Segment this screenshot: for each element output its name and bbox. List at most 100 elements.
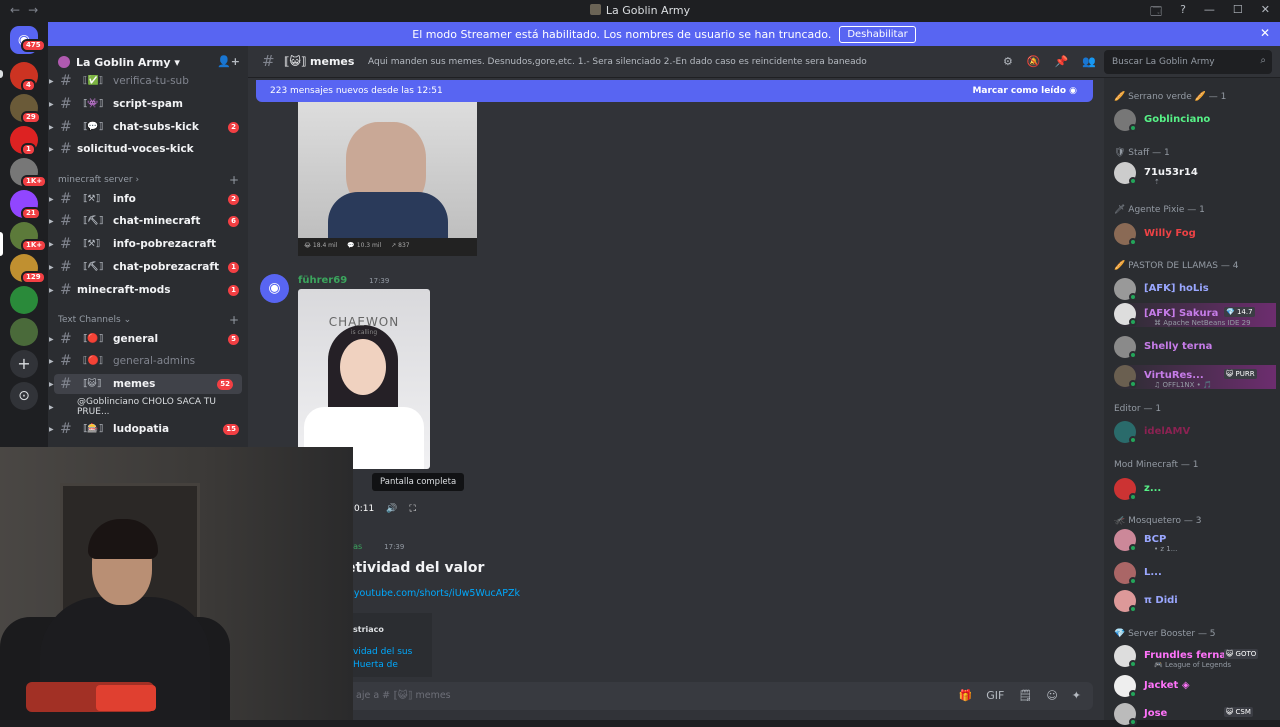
youtube-link[interactable]: v.youtube.com/shorts/iUw5WucAPZk (346, 588, 520, 599)
new-messages-bar[interactable]: 223 mensajes nuevos desde las 12:51 Marca… (256, 80, 1093, 102)
unread-dot-icon: ▶ (49, 145, 54, 153)
maximize-icon[interactable]: ☐ (1233, 3, 1243, 22)
new-messages-text: 223 mensajes nuevos desde las 12:51 (270, 86, 443, 96)
message-author[interactable]: führer69 17:39 (298, 275, 389, 286)
add-server-icon[interactable]: + (10, 350, 38, 378)
selected-pill (0, 232, 3, 256)
channel-item[interactable]: ▶ # ⟦💬⟧ chat-subs-kick 2 (48, 117, 248, 137)
channel-item[interactable]: ▶ # ⟦🔴⟧ general-admins (48, 351, 248, 371)
members-icon[interactable]: 👥 (1082, 55, 1096, 68)
server-icon-8[interactable] (10, 286, 38, 314)
member-item[interactable]: [AFK] hoLis (1114, 278, 1274, 302)
channel-name: memes (113, 378, 156, 390)
inbox-icon[interactable]: 🗔 (1150, 3, 1162, 22)
fullscreen-icon[interactable]: ⛶ (409, 504, 415, 514)
video-controls: 0:11 🔊 ⛶ (354, 504, 416, 514)
member-item[interactable]: idelAMV (1114, 421, 1274, 445)
volume-icon[interactable]: 🔊 (386, 504, 397, 514)
category-text-channels[interactable]: Text Channels ⌄ + (58, 313, 243, 327)
member-item[interactable]: Shelly terna (1114, 336, 1274, 360)
close-window-icon[interactable]: ✕ (1261, 3, 1270, 22)
channel-item[interactable]: ▶ # ⟦⚒⟧ info-pobrezacraft (48, 234, 248, 254)
channel-item[interactable]: ▶ # solicitud-voces-kick (48, 139, 248, 159)
channel-item[interactable]: ▶ # ⟦⛏⟧ chat-minecraft 6 (48, 211, 248, 231)
category-label: Text Channels (58, 315, 121, 325)
channel-item[interactable]: ▶ @Goblinciano CHOLO SACA TU PRUE... (48, 397, 248, 417)
disable-button[interactable]: Deshabilitar (839, 25, 916, 43)
member-item[interactable]: π Didi (1114, 590, 1274, 614)
add-channel-icon[interactable]: + (229, 313, 239, 327)
status-dot (1129, 493, 1137, 501)
invite-icon[interactable]: 👤+ (217, 55, 240, 68)
server-badge: 1K+ (21, 239, 48, 252)
status-dot (1129, 177, 1137, 185)
status-dot (1129, 660, 1137, 668)
member-name: Willy Fog (1144, 228, 1196, 239)
mention-badge: 52 (217, 378, 233, 390)
category-minecraft[interactable]: minecraft server › + (58, 173, 243, 187)
hash-icon: # (60, 141, 72, 157)
member-item[interactable]: BCP • z 1... (1114, 529, 1274, 553)
add-channel-icon[interactable]: + (229, 173, 239, 187)
member-item[interactable]: Frundles ferna... 😺 GOTO 🎮 League of Legen… (1114, 645, 1274, 669)
image-stats: 😂 18.4 mil 💬 10.3 mil ↗ 837 (298, 238, 477, 256)
status-dot (1129, 577, 1137, 585)
channel-item[interactable]: ▶ # ⟦😺⟧ memes 52 (49, 374, 242, 394)
member-name: π Didi (1144, 595, 1178, 606)
notifications-icon[interactable]: 🔕 (1027, 55, 1041, 68)
explore-icon[interactable]: ⊙ (10, 382, 38, 410)
member-item[interactable]: Jose 😺 CSM (1114, 703, 1274, 727)
home-badge: 475 (21, 39, 46, 52)
video-player[interactable]: CHAEWON is calling (298, 289, 430, 469)
embed-title-link[interactable]: vidad del sus Huerta de (353, 646, 432, 672)
help-icon[interactable]: ? (1180, 3, 1186, 22)
server-icon-9[interactable] (10, 318, 38, 346)
member-item[interactable]: Willy Fog (1114, 223, 1274, 247)
title-bar: ←→ La Goblin Army 🗔 ? — ☐ ✕ (0, 0, 1280, 22)
channel-item[interactable]: ▶ # ⟦⚒⟧ info 2 (48, 189, 248, 209)
channel-item[interactable]: ▶ # ⟦👾⟧ script-spam (48, 94, 248, 114)
channel-name: general-admins (113, 355, 196, 367)
channel-emoji: ⟦🔴⟧ (83, 356, 104, 366)
member-item[interactable]: L... (1114, 562, 1274, 586)
search-input[interactable]: Buscar La Goblin Army ⌕ (1104, 50, 1272, 74)
member-item[interactable]: 71u53r14 ⇡ (1114, 162, 1274, 186)
member-item[interactable]: VirtuRes... 😺 PURR ♫ OFFL1NX • 🎵 (1114, 365, 1276, 389)
member-item[interactable]: [AFK] Sakura 💎 14.7 ⌘ Apache NetBeans IDE … (1114, 303, 1276, 327)
message-author-2[interactable]: bas 17:39 (348, 542, 404, 551)
gif-icon[interactable]: GIF (986, 689, 1004, 702)
window-title-text: La Goblin Army (605, 4, 691, 17)
category-label: minecraft server (58, 175, 133, 185)
member-category: 🗡 Agente Pixie — 1 (1114, 205, 1205, 215)
meme-image[interactable] (298, 102, 477, 254)
close-banner-icon[interactable]: ✕ (1260, 26, 1270, 40)
pin-icon[interactable]: 📌 (1055, 55, 1069, 68)
server-badge: 1 (21, 143, 36, 156)
member-item[interactable]: Goblinciano (1114, 109, 1274, 133)
sticker-icon[interactable]: 🗒 (1018, 689, 1032, 702)
member-name: 71u53r14 (1144, 167, 1198, 178)
channel-name: ⟦😺⟧ memes (284, 55, 355, 68)
message-title: etividad del valor (346, 560, 485, 576)
member-item[interactable]: z... (1114, 478, 1274, 502)
channel-name: info (113, 193, 136, 205)
minimize-icon[interactable]: — (1204, 3, 1215, 22)
author-avatar[interactable]: ◉ (260, 274, 289, 303)
mark-as-read-button[interactable]: Marcar como leído ◉ (972, 86, 1077, 96)
channel-item[interactable]: ▶ # minecraft-mods 1 (48, 280, 248, 300)
member-item[interactable]: Jacket ◈ (1114, 675, 1274, 699)
channel-item[interactable]: ▶ # ⟦⛏⟧ chat-pobrezacraft 1 (48, 257, 248, 277)
gift-icon[interactable]: 🎁 (959, 689, 973, 702)
message-time: 17:39 (369, 277, 390, 285)
emoji-icon[interactable]: ☺ (1046, 689, 1057, 702)
channel-item[interactable]: ▶ # ⟦✅⟧ verifica-tu-sub (48, 71, 248, 91)
channel-topic[interactable]: Aqui manden sus memes. Desnudos,gore,etc… (368, 57, 867, 67)
channel-item[interactable]: ▶ # ⟦🎰⟧ ludopatia 15 (48, 419, 248, 439)
message-input[interactable]: aje a # ⟦😺⟧ memes 🎁 GIF 🗒 ☺ ✦ (256, 682, 1093, 710)
compose-icons: 🎁 GIF 🗒 ☺ ✦ (959, 689, 1081, 702)
channel-name: ludopatia (113, 423, 170, 435)
author-name[interactable]: führer69 (298, 275, 347, 286)
channel-item[interactable]: ▶ # ⟦🔴⟧ general 5 (48, 329, 248, 349)
apps-icon[interactable]: ✦ (1072, 689, 1081, 702)
threads-icon[interactable]: ⚙ (1003, 55, 1013, 68)
